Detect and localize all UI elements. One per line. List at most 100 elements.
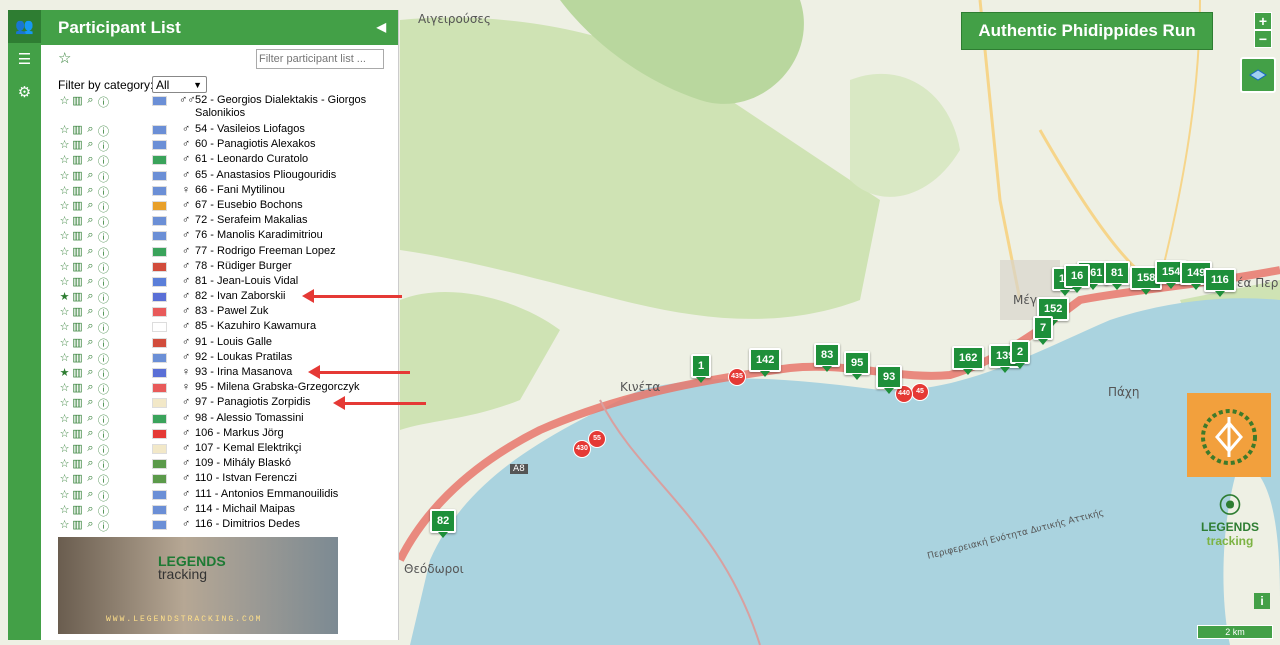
info-icon[interactable]: ⓘ bbox=[97, 320, 110, 336]
participant-row[interactable]: ☆ ▥ ⌕ ⓘ ♂ 109 - Mihály Blaskó bbox=[58, 457, 398, 472]
info-icon[interactable]: ⓘ bbox=[97, 381, 110, 397]
info-icon[interactable]: ⓘ bbox=[97, 123, 110, 139]
participant-row[interactable]: ☆ ▥ ⌕ ⓘ ♂ 65 - Anastasios Pliougouridis bbox=[58, 169, 398, 184]
map-icon[interactable]: ▥ bbox=[71, 123, 84, 136]
search-icon[interactable]: ⌕ bbox=[84, 518, 97, 531]
map-icon[interactable]: ▥ bbox=[71, 351, 84, 364]
ad-banner[interactable]: LEGENDS tracking WWW.LEGENDSTRACKING.COM bbox=[58, 537, 338, 634]
map-icon[interactable]: ▥ bbox=[71, 184, 84, 197]
info-icon[interactable]: ⓘ bbox=[97, 472, 110, 488]
gear-icon[interactable]: ⚙ bbox=[8, 76, 41, 109]
participant-name[interactable]: 77 - Rodrigo Freeman Lopez bbox=[195, 245, 375, 258]
participant-row[interactable]: ☆ ▥ ⌕ ⓘ ♂ 91 - Louis Galle bbox=[58, 336, 398, 351]
search-icon[interactable]: ⌕ bbox=[84, 442, 97, 455]
search-icon[interactable]: ⌕ bbox=[84, 245, 97, 258]
participant-name[interactable]: 114 - Michail Maipas bbox=[195, 503, 375, 516]
info-button[interactable]: i bbox=[1254, 593, 1270, 609]
info-icon[interactable]: ⓘ bbox=[97, 94, 110, 110]
map-icon[interactable]: ▥ bbox=[71, 229, 84, 242]
info-icon[interactable]: ⓘ bbox=[97, 199, 110, 215]
info-icon[interactable]: ⓘ bbox=[97, 503, 110, 519]
info-icon[interactable]: ⓘ bbox=[97, 184, 110, 200]
search-icon[interactable]: ⌕ bbox=[84, 396, 97, 409]
map-icon[interactable]: ▥ bbox=[71, 245, 84, 258]
participant-marker[interactable]: 81 bbox=[1104, 261, 1131, 290]
participant-name[interactable]: 67 - Eusebio Bochons bbox=[195, 199, 375, 212]
map-icon[interactable]: ▥ bbox=[71, 320, 84, 333]
participant-name[interactable]: 61 - Leonardo Curatolo bbox=[195, 153, 375, 166]
map-icon[interactable]: ▥ bbox=[71, 472, 84, 485]
category-select[interactable]: All ▼ bbox=[152, 76, 207, 93]
star-icon[interactable]: ☆ bbox=[58, 214, 71, 227]
search-icon[interactable]: ⌕ bbox=[84, 153, 97, 166]
participant-name[interactable]: 76 - Manolis Karadimitriou bbox=[195, 229, 375, 242]
map-icon[interactable]: ▥ bbox=[71, 366, 84, 379]
search-icon[interactable]: ⌕ bbox=[84, 488, 97, 501]
search-icon[interactable]: ⌕ bbox=[84, 184, 97, 197]
star-icon[interactable]: ☆ bbox=[58, 412, 71, 425]
star-icon[interactable]: ☆ bbox=[58, 275, 71, 288]
star-icon[interactable]: ☆ bbox=[58, 94, 71, 107]
star-icon[interactable]: ☆ bbox=[58, 396, 71, 409]
star-icon[interactable]: ☆ bbox=[58, 245, 71, 258]
info-icon[interactable]: ⓘ bbox=[97, 427, 110, 443]
participant-row[interactable]: ☆ ▥ ⌕ ⓘ ♂ 116 - Dimitrios Dedes bbox=[58, 518, 398, 533]
participant-name[interactable]: 111 - Antonios Emmanouilidis bbox=[195, 488, 375, 501]
star-icon[interactable]: ☆ bbox=[58, 138, 71, 151]
map-icon[interactable]: ▥ bbox=[71, 153, 84, 166]
participant-name[interactable]: 78 - Rüdiger Burger bbox=[195, 260, 375, 273]
star-icon[interactable]: ☆ bbox=[58, 381, 71, 394]
layers-button[interactable] bbox=[1240, 57, 1276, 93]
participant-name[interactable]: 116 - Dimitrios Dedes bbox=[195, 518, 375, 531]
participant-name[interactable]: 72 - Serafeim Makalias bbox=[195, 214, 375, 227]
info-icon[interactable]: ⓘ bbox=[97, 442, 110, 458]
star-icon[interactable]: ☆ bbox=[58, 169, 71, 182]
participant-row[interactable]: ☆ ▥ ⌕ ⓘ ♂ 106 - Markus Jörg bbox=[58, 427, 398, 442]
map-icon[interactable]: ▥ bbox=[71, 457, 84, 470]
star-icon[interactable]: ☆ bbox=[58, 305, 71, 318]
info-icon[interactable]: ⓘ bbox=[97, 518, 110, 534]
info-icon[interactable]: ⓘ bbox=[97, 245, 110, 261]
participant-marker[interactable]: 16 bbox=[1064, 264, 1091, 293]
participant-marker[interactable]: 83 bbox=[814, 343, 841, 372]
participant-row[interactable]: ☆ ▥ ⌕ ⓘ ♂ 83 - Pawel Zuk bbox=[58, 305, 398, 320]
participant-name[interactable]: 107 - Kemal Elektrikçi bbox=[195, 442, 375, 455]
participant-name[interactable]: 83 - Pawel Zuk bbox=[195, 305, 375, 318]
star-icon[interactable]: ☆ bbox=[58, 336, 71, 349]
star-icon[interactable]: ☆ bbox=[58, 320, 71, 333]
participant-marker[interactable]: 162 bbox=[952, 346, 985, 375]
search-icon[interactable]: ⌕ bbox=[84, 169, 97, 182]
participant-name[interactable]: 52 - Georgios Dialektakis - Giorgos Salo… bbox=[195, 94, 375, 120]
star-icon[interactable]: ☆ bbox=[58, 260, 71, 273]
star-icon[interactable]: ☆ bbox=[58, 184, 71, 197]
star-icon[interactable]: ☆ bbox=[58, 351, 71, 364]
search-icon[interactable]: ⌕ bbox=[84, 199, 97, 212]
participant-row[interactable]: ☆ ▥ ⌕ ⓘ ♂ 77 - Rodrigo Freeman Lopez bbox=[58, 245, 398, 260]
participant-marker[interactable]: 7 bbox=[1033, 316, 1054, 345]
participant-row[interactable]: ☆ ▥ ⌕ ⓘ ♂ 54 - Vasileios Liofagos bbox=[58, 123, 398, 138]
map-icon[interactable]: ▥ bbox=[71, 503, 84, 516]
users-icon[interactable]: 👥 bbox=[8, 10, 41, 43]
info-icon[interactable]: ⓘ bbox=[97, 169, 110, 185]
participant-row[interactable]: ☆ ▥ ⌕ ⓘ ♂ 61 - Leonardo Curatolo bbox=[58, 153, 398, 168]
info-icon[interactable]: ⓘ bbox=[97, 366, 110, 382]
participant-name[interactable]: 81 - Jean-Louis Vidal bbox=[195, 275, 375, 288]
map-icon[interactable]: ▥ bbox=[71, 518, 84, 531]
participant-row[interactable]: ☆ ▥ ⌕ ⓘ ♂ 92 - Loukas Pratilas bbox=[58, 351, 398, 366]
list-icon[interactable]: ☰ bbox=[8, 43, 41, 76]
participant-name[interactable]: 109 - Mihály Blaskó bbox=[195, 457, 375, 470]
info-icon[interactable]: ⓘ bbox=[97, 396, 110, 412]
info-icon[interactable]: ⓘ bbox=[97, 351, 110, 367]
participant-name[interactable]: 65 - Anastasios Pliougouridis bbox=[195, 169, 375, 182]
participant-name[interactable]: 60 - Panagiotis Alexakos bbox=[195, 138, 375, 151]
star-icon[interactable]: ☆ bbox=[58, 123, 71, 136]
info-icon[interactable]: ⓘ bbox=[97, 275, 110, 291]
star-icon[interactable]: ☆ bbox=[58, 503, 71, 516]
participant-row[interactable]: ☆ ▥ ⌕ ⓘ ♂ 67 - Eusebio Bochons bbox=[58, 199, 398, 214]
map-icon[interactable]: ▥ bbox=[71, 442, 84, 455]
map-icon[interactable]: ▥ bbox=[71, 427, 84, 440]
participant-row[interactable]: ☆ ▥ ⌕ ⓘ ♂ 110 - Istvan Ferenczi bbox=[58, 472, 398, 487]
participant-marker[interactable]: 2 bbox=[1010, 340, 1031, 369]
search-icon[interactable]: ⌕ bbox=[84, 123, 97, 136]
chevron-left-icon[interactable]: ◀ bbox=[377, 10, 386, 45]
